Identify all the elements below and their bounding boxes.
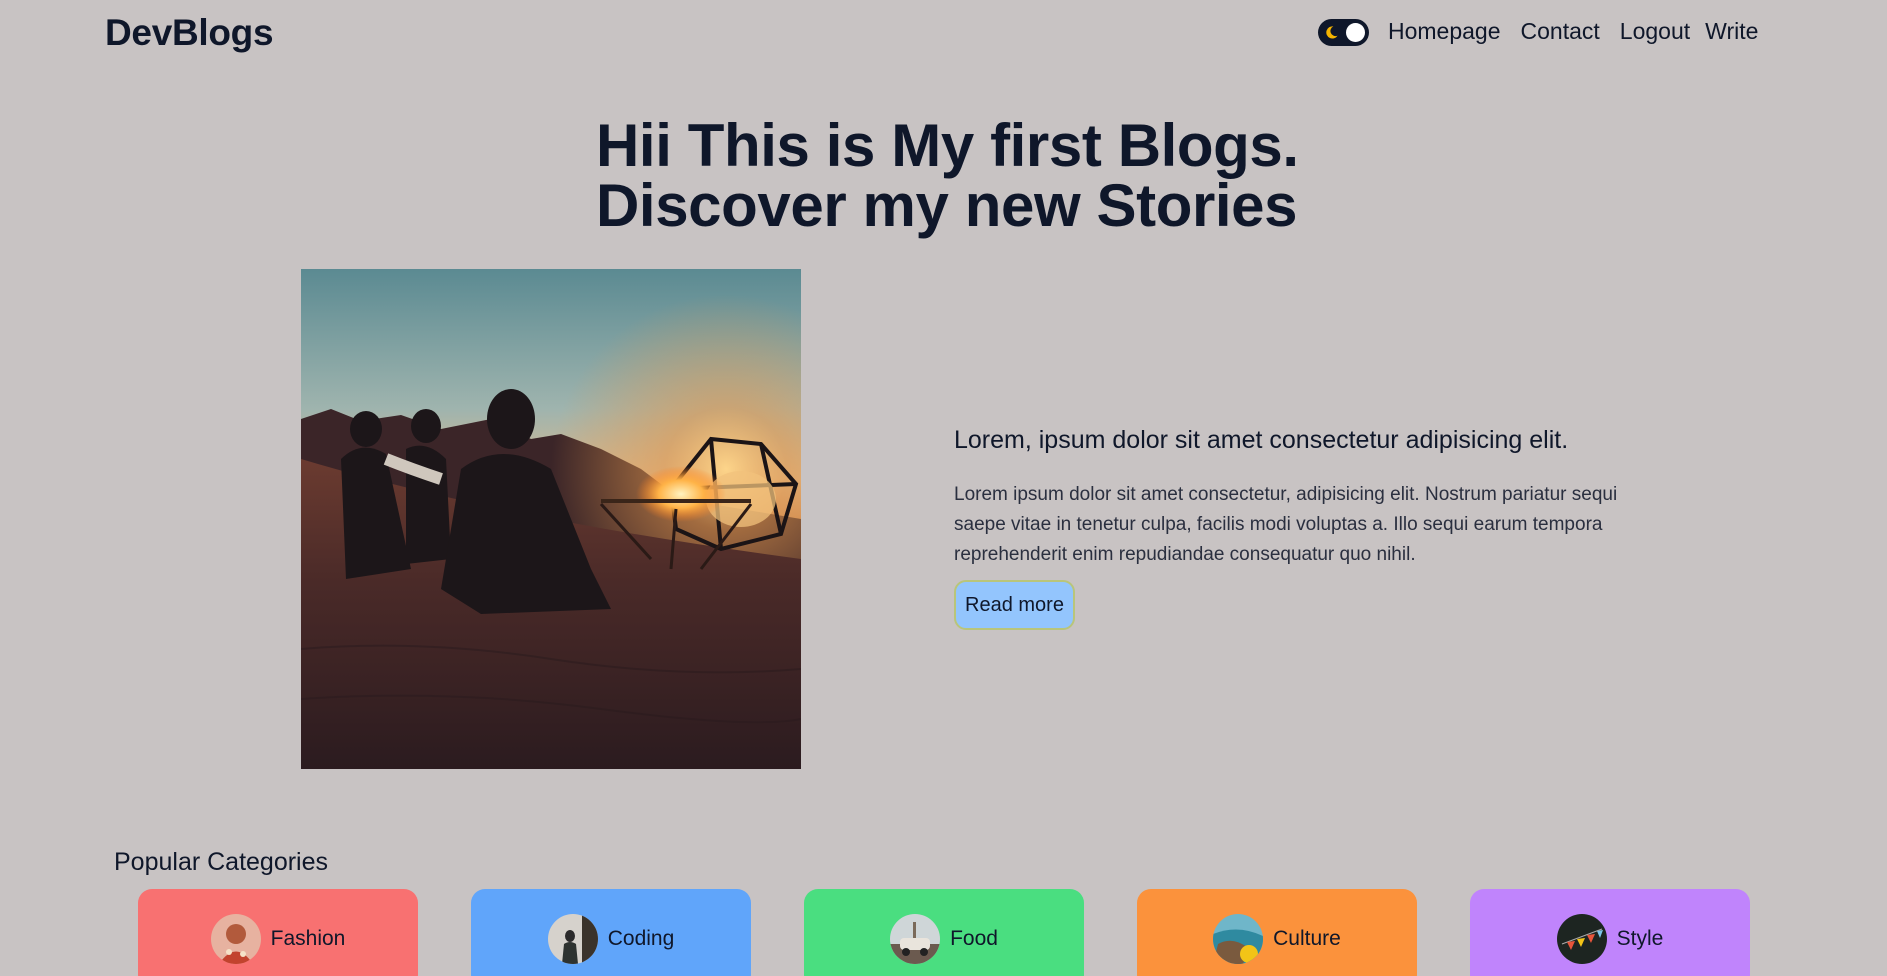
theme-toggle[interactable] bbox=[1318, 19, 1369, 46]
hero-title-line1: Hii This is My first Blogs. bbox=[596, 112, 1299, 179]
nav-link-write[interactable]: Write bbox=[1705, 18, 1758, 45]
category-label: Food bbox=[950, 927, 998, 950]
nav-link-homepage[interactable]: Homepage bbox=[1388, 18, 1501, 45]
category-label: Culture bbox=[1273, 927, 1341, 950]
featured-post-title[interactable]: Lorem, ipsum dolor sit amet consectetur … bbox=[954, 420, 1674, 460]
nav-link-contact[interactable]: Contact bbox=[1521, 18, 1600, 45]
navbar: DevBlogs Homepage Contact Logout Write bbox=[0, 0, 1887, 66]
moon-icon bbox=[1326, 26, 1338, 39]
category-thumbnail-icon bbox=[210, 914, 261, 964]
category-thumbnail-icon bbox=[1556, 914, 1607, 964]
nav-link-logout[interactable]: Logout bbox=[1620, 18, 1690, 45]
toggle-knob bbox=[1346, 23, 1365, 42]
popular-categories-heading: Popular Categories bbox=[114, 848, 329, 876]
category-style[interactable]: Style bbox=[1470, 889, 1750, 976]
featured-post-description: Lorem ipsum dolor sit amet consectetur, … bbox=[954, 484, 1618, 565]
nav-links: Homepage Contact Logout Write bbox=[1388, 18, 1758, 45]
category-label: Coding bbox=[607, 927, 675, 950]
categories-list: Fashion Coding Food Culture Style bbox=[138, 889, 1750, 976]
site-logo[interactable]: DevBlogs bbox=[105, 12, 274, 54]
category-fashion[interactable]: Fashion bbox=[138, 889, 418, 976]
hero-title: Hii This is My first Blogs. Discover my … bbox=[596, 116, 1356, 236]
hero-title-line2: Discover my new Stories bbox=[596, 172, 1298, 239]
category-label: Fashion bbox=[270, 927, 346, 950]
read-more-button[interactable]: Read more bbox=[954, 580, 1075, 630]
category-thumbnail-icon bbox=[1213, 914, 1264, 964]
campfire-photo bbox=[301, 269, 801, 769]
category-thumbnail-icon bbox=[890, 914, 941, 964]
category-thumbnail-icon bbox=[547, 914, 598, 964]
category-culture[interactable]: Culture bbox=[1137, 889, 1417, 976]
featured-post: Lorem, ipsum dolor sit amet consectetur … bbox=[954, 420, 1674, 630]
category-food[interactable]: Food bbox=[804, 889, 1084, 976]
featured-post-image[interactable] bbox=[301, 269, 801, 769]
category-label: Style bbox=[1616, 927, 1664, 950]
page: DevBlogs Homepage Contact Logout Write H… bbox=[0, 0, 1887, 976]
category-coding[interactable]: Coding bbox=[471, 889, 751, 976]
